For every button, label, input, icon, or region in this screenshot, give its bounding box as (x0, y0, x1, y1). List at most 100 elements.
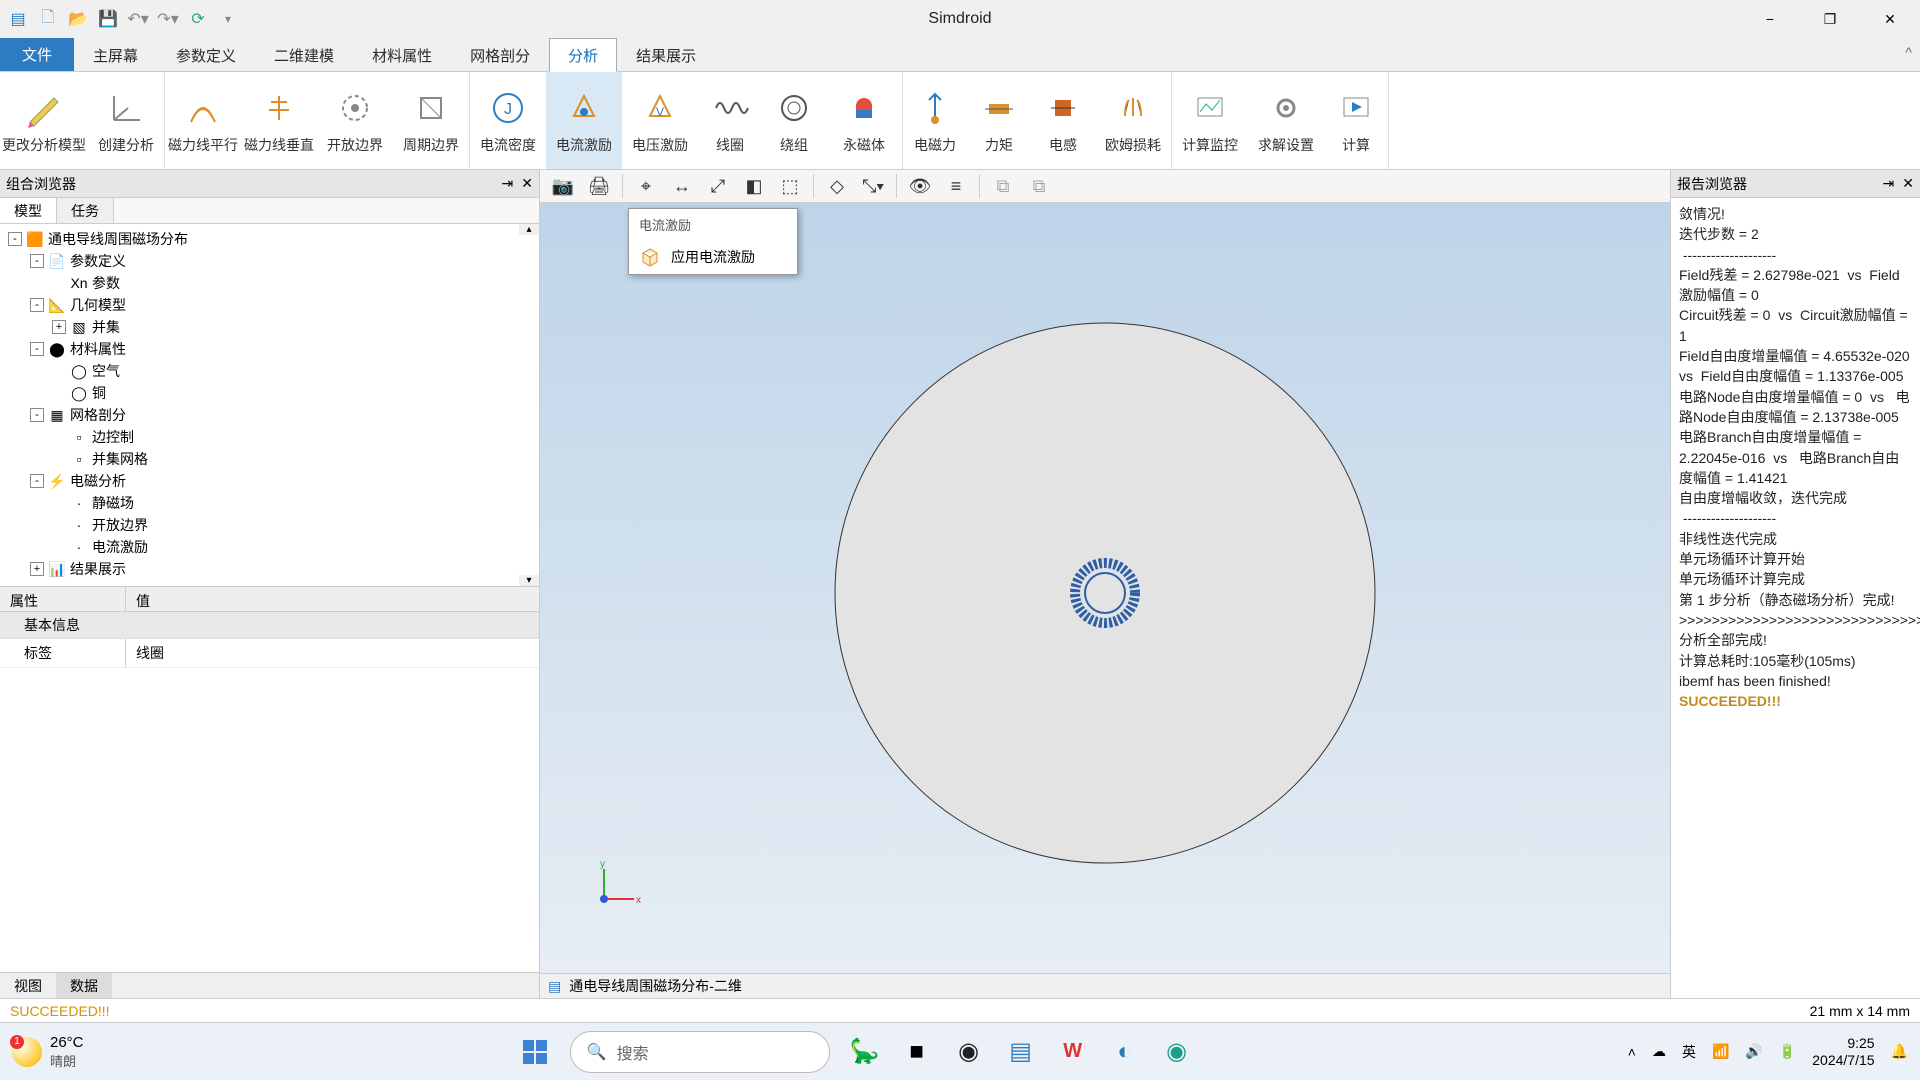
tree-toggle-icon[interactable]: - (30, 342, 44, 356)
tool-3-icon[interactable]: ⤢ (705, 173, 731, 199)
ribbon-field-parallel[interactable]: 磁力线平行 (165, 72, 241, 169)
tree-row[interactable]: Xn参数 (0, 272, 539, 294)
dropdown-apply-current[interactable]: 应用电流激励 (629, 240, 797, 274)
tree-row[interactable]: -⬤材料属性 (0, 338, 539, 360)
tool-1-icon[interactable]: ⌖ (633, 173, 659, 199)
tree-toggle-icon[interactable]: + (30, 562, 44, 576)
tree-toggle-icon[interactable]: - (30, 298, 44, 312)
panel-close-icon[interactable]: ✕ (521, 175, 533, 192)
taskbar-app-1[interactable]: 🦕 (848, 1035, 882, 1069)
ribbon-field-perp[interactable]: 磁力线垂直 (241, 72, 317, 169)
ribbon-solver-settings[interactable]: 求解设置 (1248, 72, 1324, 169)
tab-data[interactable]: 数据 (56, 973, 112, 998)
redo-icon[interactable]: ↷▾ (158, 9, 178, 29)
ribbon-periodic[interactable]: 周期边界 (393, 72, 469, 169)
axes-tool-icon[interactable]: ⤡▾ (860, 173, 886, 199)
tree-toggle-icon[interactable]: - (30, 254, 44, 268)
ribbon-ohmic[interactable]: 欧姆损耗 (1095, 72, 1171, 169)
tree-row[interactable]: ▫并集网格 (0, 448, 539, 470)
ribbon-magnet[interactable]: 永磁体 (826, 72, 902, 169)
ribbon-winding[interactable]: 绕组 (762, 72, 826, 169)
paste-icon[interactable]: ⧉ (1026, 173, 1052, 199)
pin-icon[interactable]: ⇥ (1883, 175, 1895, 192)
ribbon-inductance[interactable]: 电感 (1031, 72, 1095, 169)
ribbon-coil[interactable]: 线圈 (698, 72, 762, 169)
menu-mesh[interactable]: 网格剖分 (451, 38, 549, 71)
model-tree[interactable]: -🟧通电导线周围磁场分布-📄参数定义Xn参数-📐几何模型+▧并集-⬤材料属性◯空… (0, 224, 539, 586)
tree-row[interactable]: ·开放边界 (0, 514, 539, 536)
help-icon[interactable]: ^ (1905, 44, 1912, 60)
ribbon-voltage-excitation[interactable]: V 电压激励 (622, 72, 698, 169)
tree-row[interactable]: -📄参数定义 (0, 250, 539, 272)
snap-icon[interactable]: ◇ (824, 173, 850, 199)
tree-row[interactable]: +▧并集 (0, 316, 539, 338)
taskbar-app-wps[interactable]: W (1056, 1035, 1090, 1069)
menu-home[interactable]: 主屏幕 (74, 38, 157, 71)
tray-cloud-icon[interactable]: ☁ (1652, 1043, 1666, 1060)
menu-params[interactable]: 参数定义 (157, 38, 255, 71)
ribbon-create-analysis[interactable]: 创建分析 (88, 72, 164, 169)
viewport[interactable]: x y (540, 203, 1670, 973)
prop-row[interactable]: 标签 线圈 (0, 639, 539, 668)
tray-battery-icon[interactable]: 🔋 (1779, 1043, 1796, 1060)
subtab-task[interactable]: 任务 (57, 198, 114, 223)
minimize-button[interactable]: − (1740, 0, 1800, 38)
taskbar-weather[interactable]: 26°C 晴朗 (12, 1034, 84, 1070)
ribbon-em-force[interactable]: 电磁力 (903, 72, 967, 169)
camera-icon[interactable]: 📷 (550, 173, 576, 199)
maximize-button[interactable]: ❐ (1800, 0, 1860, 38)
start-button[interactable] (518, 1035, 552, 1069)
tray-notifications-icon[interactable]: 🔔 (1891, 1043, 1908, 1060)
panel-close-icon[interactable]: ✕ (1902, 175, 1914, 192)
tray-volume-icon[interactable]: 🔊 (1745, 1043, 1762, 1060)
tree-toggle-icon[interactable]: - (30, 474, 44, 488)
tree-toggle-icon[interactable]: - (8, 232, 22, 246)
tab-view[interactable]: 视图 (0, 973, 56, 998)
taskbar-app-edge[interactable]: ◉ (1160, 1035, 1194, 1069)
tree-toggle-icon[interactable]: + (52, 320, 66, 334)
tree-row[interactable]: ◯空气 (0, 360, 539, 382)
ribbon-monitor[interactable]: 计算监控 (1172, 72, 1248, 169)
ribbon-current-excitation[interactable]: 电流激励 (546, 72, 622, 169)
ribbon-run[interactable]: 计算 (1324, 72, 1388, 169)
save-icon[interactable]: 💾 (98, 9, 118, 29)
close-button[interactable]: ✕ (1860, 0, 1920, 38)
eye-icon[interactable]: 👁 (907, 173, 933, 199)
taskbar-search[interactable]: 🔍 搜索 (570, 1031, 830, 1073)
layers-icon[interactable]: ≡ (943, 173, 969, 199)
tool-4-icon[interactable]: ◧ (741, 173, 767, 199)
taskbar-clock[interactable]: 9:25 2024/7/15 (1812, 1035, 1874, 1069)
subtab-model[interactable]: 模型 (0, 198, 57, 223)
tree-row[interactable]: ·电流激励 (0, 536, 539, 558)
menu-results[interactable]: 结果展示 (617, 38, 715, 71)
tree-toggle-icon[interactable]: - (30, 408, 44, 422)
tray-wifi-icon[interactable]: 📶 (1712, 1043, 1729, 1060)
model-canvas[interactable] (540, 203, 1670, 973)
tool-2-icon[interactable]: ↔ (669, 173, 695, 199)
open-icon[interactable]: 📂 (68, 9, 88, 29)
tray-ime[interactable]: 英 (1682, 1042, 1696, 1062)
tree-row[interactable]: -⚡电磁分析 (0, 470, 539, 492)
tree-row[interactable]: ◯铜 (0, 382, 539, 404)
report-log[interactable]: 敛情况!迭代步数 = 2 --------------------Field残差… (1671, 198, 1920, 998)
ribbon-current-density[interactable]: J 电流密度 (470, 72, 546, 169)
tree-row[interactable]: -🟧通电导线周围磁场分布 (0, 228, 539, 250)
taskbar-app-browser1[interactable]: ◐ (1108, 1035, 1142, 1069)
tree-row[interactable]: ▫边控制 (0, 426, 539, 448)
tree-row[interactable]: -▦网格剖分 (0, 404, 539, 426)
copy-icon[interactable]: ⧉ (990, 173, 1016, 199)
print-icon[interactable]: 🖨 (586, 173, 612, 199)
new-icon[interactable]: 🗋 (38, 9, 58, 29)
taskbar-app-steam[interactable]: ◉ (952, 1035, 986, 1069)
taskbar-app-simdroid[interactable]: ▤ (1004, 1035, 1038, 1069)
menu-file[interactable]: 文件 (0, 38, 74, 71)
tree-row[interactable]: ·静磁场 (0, 492, 539, 514)
taskbar-app-2[interactable]: ■ (900, 1035, 934, 1069)
tool-5-icon[interactable]: ⬚ (777, 173, 803, 199)
tree-row[interactable]: -📐几何模型 (0, 294, 539, 316)
ribbon-change-model[interactable]: 更改分析模型 (0, 72, 88, 169)
menu-analysis[interactable]: 分析 (549, 38, 617, 72)
tray-chevron-icon[interactable]: ˄ (1628, 1044, 1636, 1060)
ribbon-open-boundary[interactable]: 开放边界 (317, 72, 393, 169)
ribbon-torque[interactable]: 力矩 (967, 72, 1031, 169)
